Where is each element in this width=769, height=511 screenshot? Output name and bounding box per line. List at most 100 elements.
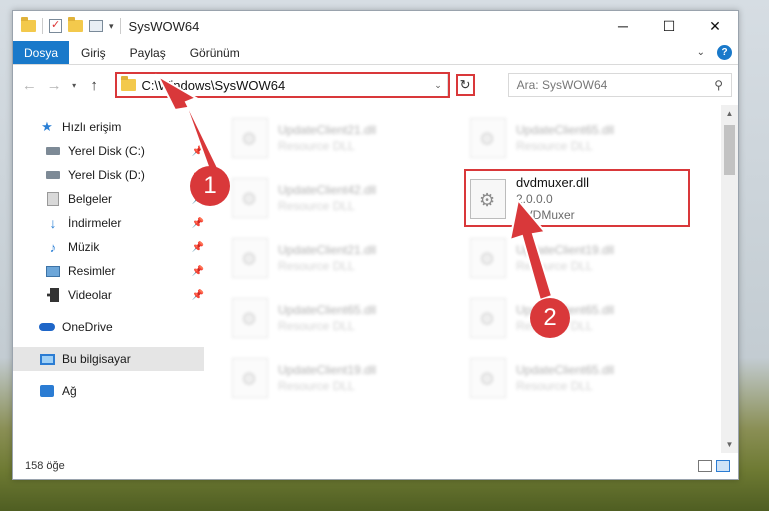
sidebar-item-label: İndirmeler — [68, 216, 122, 230]
forward-arrow-icon[interactable]: → — [44, 77, 65, 94]
customize-toolbar-chevron-icon[interactable]: ▾ — [109, 21, 114, 32]
properties-check-icon[interactable] — [49, 18, 62, 33]
search-icon: ⚲ — [714, 78, 723, 92]
sidebar-item-onedrive[interactable]: OneDrive — [13, 315, 208, 339]
sidebar-item-label: Bu bilgisayar — [62, 352, 131, 366]
file-item[interactable]: UpdateClient19.dll Resource DLL — [232, 353, 432, 403]
address-dropdown-chevron-icon[interactable]: ⌄ — [430, 74, 448, 96]
recent-locations-chevron-icon[interactable]: ▾ — [68, 81, 79, 90]
sidebar-item-network[interactable]: Ağ — [13, 379, 208, 403]
sidebar-item-documents[interactable]: Belgeler 📌 — [13, 187, 208, 211]
pin-icon: 📌 — [191, 145, 204, 157]
file-type: Resource DLL — [278, 139, 355, 153]
file-item[interactable]: UpdateClient65.dllResource DLL — [470, 293, 670, 343]
large-icons-view-icon[interactable] — [716, 460, 730, 472]
file-name: UpdateClient19.dll — [516, 243, 615, 257]
maximize-button[interactable]: ☐ — [646, 11, 692, 41]
address-path[interactable]: C:\Windows\SysWOW64 — [142, 78, 430, 93]
status-bar: 158 öğe — [13, 453, 738, 479]
step-2-badge: 2 — [530, 298, 570, 338]
window-controls: ─ ☐ ✕ — [600, 11, 738, 41]
sidebar-item-label: Yerel Disk (D:) — [68, 168, 145, 182]
tab-file[interactable]: Dosya — [13, 41, 69, 64]
file-version: 2.0.0.0 — [516, 192, 553, 206]
sidebar-item-downloads[interactable]: ↓ İndirmeler 📌 — [13, 211, 208, 235]
dll-file-icon — [232, 238, 268, 278]
file-name: UpdateClient21.dll — [278, 243, 377, 257]
details-view-icon[interactable] — [698, 460, 712, 472]
file-type: Resource DLL — [278, 199, 355, 213]
file-item-dvdmuxer[interactable]: dvdmuxer.dll 2.0.0.0 DVDMuxer — [470, 174, 670, 224]
file-type: Resource DLL — [516, 379, 593, 393]
dll-file-icon — [232, 118, 268, 158]
sidebar-item-pictures[interactable]: Resimler 📌 — [13, 259, 208, 283]
file-item[interactable]: UpdateClient19.dll Resource DLL — [470, 233, 670, 283]
sidebar-item-music[interactable]: ♪ Müzik 📌 — [13, 235, 208, 259]
sidebar-item-quick-access[interactable]: ★ Hızlı erişim — [13, 115, 208, 139]
new-folder-icon[interactable] — [68, 17, 83, 32]
tab-home[interactable]: Giriş — [69, 41, 118, 64]
sidebar-item-label: Belgeler — [68, 192, 113, 206]
main-area: ★ Hızlı erişim Yerel Disk (C:) 📌 Yerel D… — [13, 105, 738, 453]
file-item[interactable]: UpdateClient65.dll Resource DLL — [232, 293, 432, 343]
sidebar-item-label: Hızlı erişim — [62, 120, 122, 134]
sidebar-item-local-disk-d[interactable]: Yerel Disk (D:) 📌 — [13, 163, 208, 187]
vertical-scrollbar[interactable]: ▲ ▼ — [721, 105, 738, 453]
file-item[interactable]: UpdateClient65.dll Resource DLL — [470, 353, 670, 403]
sidebar-item-local-disk-c[interactable]: Yerel Disk (C:) 📌 — [13, 139, 208, 163]
file-type: Resource DLL — [516, 259, 593, 273]
scroll-thumb[interactable] — [724, 125, 735, 175]
pin-icon: 📌 — [191, 241, 204, 253]
sidebar-item-label: OneDrive — [62, 320, 113, 334]
file-name: UpdateClient65.dll — [516, 363, 615, 377]
step-1-badge: 1 — [190, 166, 230, 206]
scroll-down-arrow-icon[interactable]: ▼ — [721, 436, 738, 453]
navigation-pane: ★ Hızlı erişim Yerel Disk (C:) 📌 Yerel D… — [13, 105, 208, 453]
toolbar-divider — [119, 18, 121, 34]
pin-icon: 📌 — [191, 289, 204, 301]
file-item[interactable]: UpdateClient21.dll Resource DLL — [232, 113, 432, 163]
network-icon — [39, 384, 55, 398]
ribbon-right-controls: ⌄ ? — [697, 41, 738, 64]
help-icon[interactable]: ? — [717, 45, 732, 60]
close-button[interactable]: ✕ — [692, 11, 738, 41]
expand-ribbon-chevron-icon[interactable]: ⌄ — [697, 47, 705, 58]
address-bar[interactable]: C:\Windows\SysWOW64 ⌄ — [114, 72, 450, 98]
scroll-up-arrow-icon[interactable]: ▲ — [721, 105, 738, 122]
search-box[interactable]: Ara: SysWOW64 ⚲ — [507, 73, 732, 97]
back-arrow-icon[interactable]: ← — [19, 77, 40, 94]
sidebar-item-this-pc[interactable]: Bu bilgisayar — [13, 347, 204, 371]
sidebar-item-videos[interactable]: Videolar 📌 — [13, 283, 208, 307]
view-toggle — [698, 460, 738, 472]
tab-share[interactable]: Paylaş — [118, 41, 178, 64]
video-icon — [45, 288, 61, 302]
dll-file-icon — [470, 238, 506, 278]
up-arrow-icon[interactable]: ↑ — [84, 77, 105, 94]
view-properties-icon[interactable] — [89, 20, 103, 32]
file-item[interactable]: UpdateClient65.dllResource DLL — [470, 113, 670, 163]
file-name: UpdateClient21.dll — [278, 123, 377, 137]
file-name: dvdmuxer.dll — [516, 175, 589, 190]
sidebar-item-label: Yerel Disk (C:) — [68, 144, 145, 158]
tab-view[interactable]: Görünüm — [178, 41, 252, 64]
computer-icon — [39, 352, 55, 366]
file-name: UpdateClient19.dll — [278, 363, 377, 377]
download-icon: ↓ — [49, 215, 57, 231]
file-type: Resource DLL — [278, 379, 355, 393]
sidebar-item-label: Videolar — [68, 288, 112, 302]
minimize-button[interactable]: ─ — [600, 11, 646, 41]
quick-access-toolbar: ▾ — [21, 17, 121, 34]
search-input[interactable]: Ara: SysWOW64 — [517, 78, 715, 92]
file-item[interactable]: UpdateClient42.dll Resource DLL — [232, 173, 432, 223]
refresh-button[interactable]: ↻ — [455, 74, 475, 96]
file-type: Resource DLL — [278, 319, 355, 333]
file-item[interactable]: UpdateClient21.dll Resource DLL — [232, 233, 432, 283]
dll-file-icon — [470, 358, 506, 398]
file-name: UpdateClient65.dll — [278, 303, 377, 317]
dll-file-icon — [470, 118, 506, 158]
file-name: UpdateClient65.dll — [516, 123, 615, 137]
dll-file-icon — [232, 298, 268, 338]
file-description: DVDMuxer — [516, 208, 575, 222]
drive-icon — [45, 144, 61, 158]
file-name: UpdateClient42.dll — [278, 183, 377, 197]
